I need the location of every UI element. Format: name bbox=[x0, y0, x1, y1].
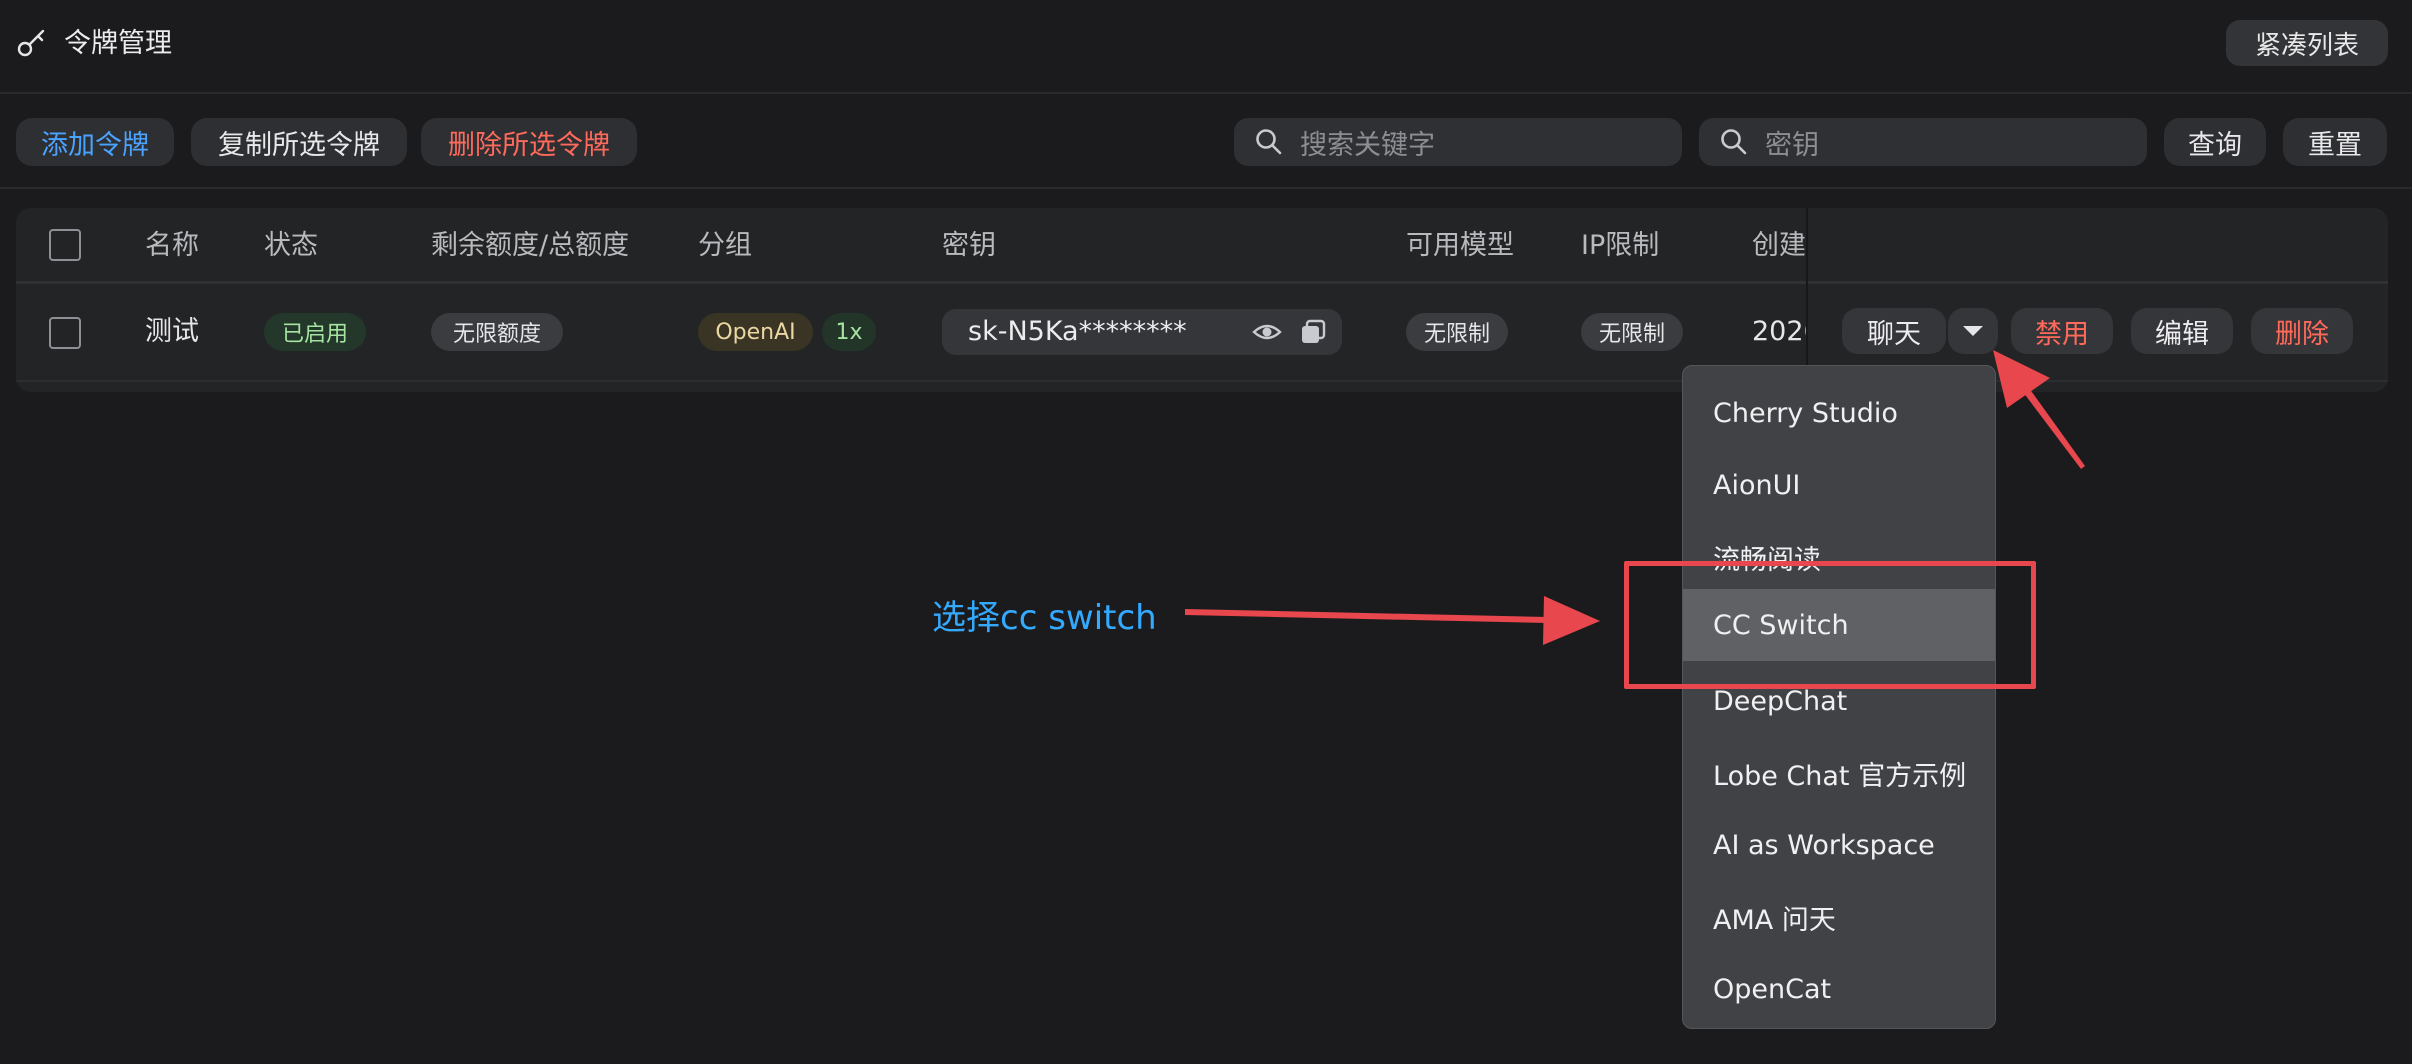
status-badge: 已启用 bbox=[264, 313, 366, 351]
column-header-key: 密钥 bbox=[942, 230, 996, 261]
keyword-search-placeholder: 搜索关键字 bbox=[1300, 129, 1435, 161]
column-header-quota: 剩余额度/总额度 bbox=[431, 230, 630, 261]
search-icon bbox=[1721, 129, 1747, 155]
column-header-status: 状态 bbox=[264, 230, 318, 261]
chat-dropdown-button[interactable] bbox=[1948, 308, 1998, 354]
menu-item-aionui[interactable]: AionUI bbox=[1683, 449, 1995, 521]
copy-selected-button[interactable]: 复制所选令牌 bbox=[191, 118, 407, 166]
table-row-divider bbox=[16, 380, 2388, 382]
arrow-to-cc-switch bbox=[1185, 596, 1600, 645]
column-header-group: 分组 bbox=[698, 230, 752, 261]
delete-selected-button[interactable]: 删除所选令牌 bbox=[421, 118, 637, 166]
column-header-models: 可用模型 bbox=[1406, 230, 1514, 261]
copy-icon[interactable] bbox=[1300, 319, 1326, 345]
toolbar-divider bbox=[0, 187, 2412, 189]
menu-item-lobe-chat[interactable]: Lobe Chat 官方示例 bbox=[1683, 737, 1995, 809]
add-token-button[interactable]: 添加令牌 bbox=[16, 118, 174, 166]
chat-button[interactable]: 聊天 bbox=[1842, 308, 1946, 354]
quota-badge: 无限额度 bbox=[431, 313, 563, 351]
select-all-checkbox[interactable] bbox=[49, 229, 81, 261]
ip-limit-badge: 无限制 bbox=[1581, 313, 1683, 351]
ratio-badge: 1x bbox=[822, 313, 876, 351]
reset-button[interactable]: 重置 bbox=[2283, 118, 2387, 166]
delete-button[interactable]: 删除 bbox=[2251, 308, 2353, 354]
caret-down-icon bbox=[1963, 326, 1983, 336]
row-checkbox[interactable] bbox=[49, 317, 81, 349]
column-header-created: 创建 bbox=[1752, 230, 1806, 261]
column-header-ip-limit: IP限制 bbox=[1581, 230, 1660, 261]
token-name: 测试 bbox=[145, 316, 199, 347]
annotation-callout: 选择cc switch bbox=[932, 598, 1157, 638]
header-divider bbox=[0, 92, 2412, 94]
token-table bbox=[16, 208, 2388, 392]
key-value: sk-N5Ka**********tm bbox=[968, 316, 1186, 347]
page-title: 令牌管理 bbox=[64, 28, 172, 59]
key-field: sk-N5Ka**********tm bbox=[942, 309, 1342, 355]
key-icon bbox=[17, 29, 45, 57]
compact-list-button[interactable]: 紧凑列表 bbox=[2226, 20, 2388, 66]
models-badge: 无限制 bbox=[1406, 313, 1508, 351]
query-button[interactable]: 查询 bbox=[2164, 118, 2266, 166]
created-time: 2026 bbox=[1752, 316, 1806, 347]
menu-item-ama[interactable]: AMA 问天 bbox=[1683, 881, 1995, 953]
search-icon bbox=[1256, 129, 1282, 155]
menu-item-ai-as-workspace[interactable]: AI as Workspace bbox=[1683, 809, 1995, 881]
keyword-search-input[interactable]: 搜索关键字 bbox=[1234, 118, 1682, 166]
menu-item-cherry-studio[interactable]: Cherry Studio bbox=[1683, 377, 1995, 449]
edit-button[interactable]: 编辑 bbox=[2131, 308, 2233, 354]
key-search-input[interactable]: 密钥 bbox=[1699, 118, 2147, 166]
menu-item-opencat[interactable]: OpenCat bbox=[1683, 953, 1995, 1025]
chat-app-dropdown: Cherry Studio AionUI 流畅阅读 CC Switch Deep… bbox=[1682, 365, 1996, 1029]
highlight-box bbox=[1624, 561, 2036, 689]
column-header-name: 名称 bbox=[145, 230, 199, 261]
table-header-divider bbox=[16, 281, 2388, 284]
fixed-column-divider bbox=[1806, 208, 1808, 384]
group-badge: OpenAI bbox=[698, 313, 813, 351]
key-search-placeholder: 密钥 bbox=[1765, 129, 1819, 161]
eye-icon[interactable] bbox=[1252, 319, 1282, 345]
disable-button[interactable]: 禁用 bbox=[2011, 308, 2113, 354]
